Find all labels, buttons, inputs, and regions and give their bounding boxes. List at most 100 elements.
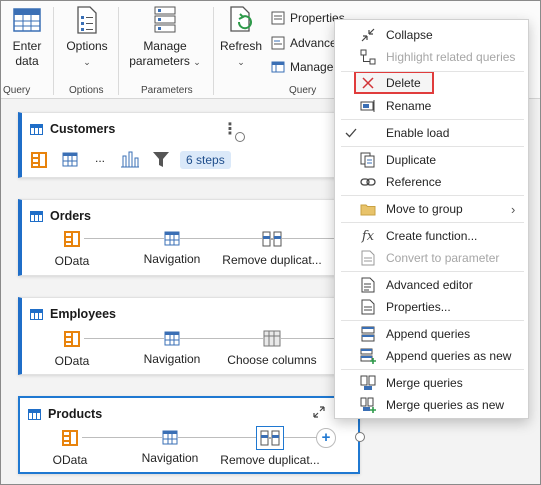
step-label: Remove duplicat... (222, 253, 322, 267)
query-name: Products (48, 407, 103, 421)
chevron-down-icon: ⌄ (237, 57, 245, 67)
chevron-down-icon: ⌄ (83, 57, 91, 67)
menu-item-enable-load[interactable]: Enable load (335, 123, 528, 143)
menu-item-advanced-editor[interactable]: Advanced editor (335, 275, 528, 295)
options-button[interactable]: Options ⌄ (61, 5, 113, 70)
menu-item-merge-queries-as-new[interactable]: Merge queries as new (335, 395, 528, 415)
table-icon (28, 408, 41, 420)
ribbon-separator (53, 7, 54, 95)
odata-icon (62, 430, 78, 446)
menu-label: Advanced editor (386, 278, 473, 292)
app-window: Enter data Query Options ⌄ Options Manag… (0, 0, 541, 485)
ribbon-separator (213, 7, 214, 95)
steps-badge[interactable]: 6 steps (180, 151, 231, 169)
step-remove-duplicates[interactable]: Remove duplicat... (222, 231, 322, 267)
table-icon (13, 8, 41, 32)
advanced-editor-icon (360, 277, 376, 293)
menu-item-properties[interactable]: Properties... (335, 297, 528, 317)
menu-item-duplicate[interactable]: Duplicate (335, 150, 528, 170)
menu-item-create-function[interactable]: fx Create function... (335, 226, 528, 246)
advanced-editor-button[interactable]: Advanced (271, 36, 343, 50)
output-port[interactable] (235, 132, 245, 142)
step-label: Choose columns (227, 353, 317, 367)
query-title: Orders (30, 209, 91, 223)
group-label-query-left: Query (3, 85, 31, 96)
query-card-customers[interactable]: Customers ⋮ ... 6 steps (18, 112, 360, 178)
menu-separator (341, 271, 524, 272)
step-remove-duplicates[interactable]: Remove duplicat... (220, 426, 320, 467)
menu-separator (341, 369, 524, 370)
step-label: Navigation (143, 352, 201, 366)
group-label-options: Options (69, 85, 104, 96)
menu-item-append-queries[interactable]: Append queries (335, 324, 528, 344)
menu-item-append-queries-as-new[interactable]: Append queries as new (335, 346, 528, 366)
function-icon: fx (361, 228, 375, 244)
output-port[interactable] (355, 432, 365, 442)
options-label: Options (66, 39, 108, 53)
parameters-icon (154, 6, 176, 33)
manage-parameters-label: Manage parameters (129, 39, 190, 68)
step-label: Navigation (141, 451, 199, 465)
expand-icon[interactable] (312, 405, 326, 419)
menu-item-move-to-group[interactable]: Move to group › (335, 199, 528, 219)
step-label: OData (54, 354, 90, 368)
advanced-editor-icon (271, 36, 285, 50)
merge-icon (360, 375, 376, 391)
step-odata[interactable]: OData (20, 429, 120, 467)
step-odata[interactable]: OData (22, 330, 122, 368)
step-navigation[interactable]: Navigation (122, 331, 222, 366)
menu-label: Merge queries as new (386, 398, 505, 412)
step-navigation[interactable]: Navigation (120, 430, 220, 465)
query-card-orders[interactable]: Orders OData Navigation Remove duplicat.… (18, 199, 360, 276)
menu-label: Duplicate (386, 153, 437, 167)
query-name: Orders (50, 209, 91, 223)
menu-item-collapse[interactable]: Collapse (335, 25, 528, 45)
selected-step-frame (256, 426, 284, 450)
menu-separator (341, 320, 524, 321)
choose-columns-icon (263, 330, 281, 347)
menu-item-convert-to-parameter[interactable]: Convert to parameter (335, 248, 528, 268)
table-icon (162, 430, 178, 445)
menu-label: Reference (386, 175, 442, 189)
add-step-button[interactable]: + (316, 428, 336, 448)
table-icon (164, 331, 180, 346)
menu-item-reference[interactable]: Reference (335, 172, 528, 192)
menu-separator (341, 146, 524, 147)
query-name: Employees (50, 307, 117, 321)
filter-icon (153, 152, 169, 167)
step-choose-columns[interactable]: Choose columns (222, 330, 322, 367)
menu-label: Delete (386, 76, 421, 90)
ribbon-separator (118, 7, 119, 95)
append-icon (360, 326, 376, 342)
refresh-label: Refresh (219, 39, 263, 53)
query-title: Employees (30, 307, 116, 321)
manage-button[interactable]: Manage (271, 60, 333, 74)
menu-separator (341, 222, 524, 223)
enter-data-label: Enter data (12, 39, 42, 68)
query-title: Customers (30, 122, 115, 136)
menu-label: Rename (386, 99, 432, 113)
refresh-button[interactable]: Refresh ⌄ (219, 5, 263, 70)
enter-data-button[interactable]: Enter data (7, 5, 47, 69)
choose-columns-icon (121, 151, 139, 168)
step-navigation[interactable]: Navigation (122, 231, 222, 266)
query-card-employees[interactable]: Employees OData Navigation Choose column… (18, 297, 360, 375)
menu-separator (341, 195, 524, 196)
menu-item-rename[interactable]: Rename (335, 96, 528, 116)
query-card-products[interactable]: Products OData Navigation Remove duplica… (18, 396, 360, 474)
append-new-icon (360, 348, 376, 364)
menu-item-delete[interactable]: Delete (335, 73, 528, 93)
manage-parameters-button[interactable]: Manage parameters ⌄ (125, 5, 205, 70)
table-icon (62, 152, 78, 167)
menu-item-highlight-related[interactable]: Highlight related queries (335, 47, 528, 67)
step-odata[interactable]: OData (22, 230, 122, 268)
menu-separator (341, 119, 524, 120)
chevron-down-icon: ⌄ (193, 57, 201, 67)
step-label: Remove duplicat... (220, 453, 320, 467)
menu-label: Highlight related queries (386, 50, 516, 64)
group-label-parameters: Parameters (141, 85, 193, 96)
step-label: OData (52, 453, 88, 467)
menu-item-merge-queries[interactable]: Merge queries (335, 373, 528, 393)
menu-label: Append queries (386, 327, 471, 341)
table-icon (30, 210, 43, 222)
